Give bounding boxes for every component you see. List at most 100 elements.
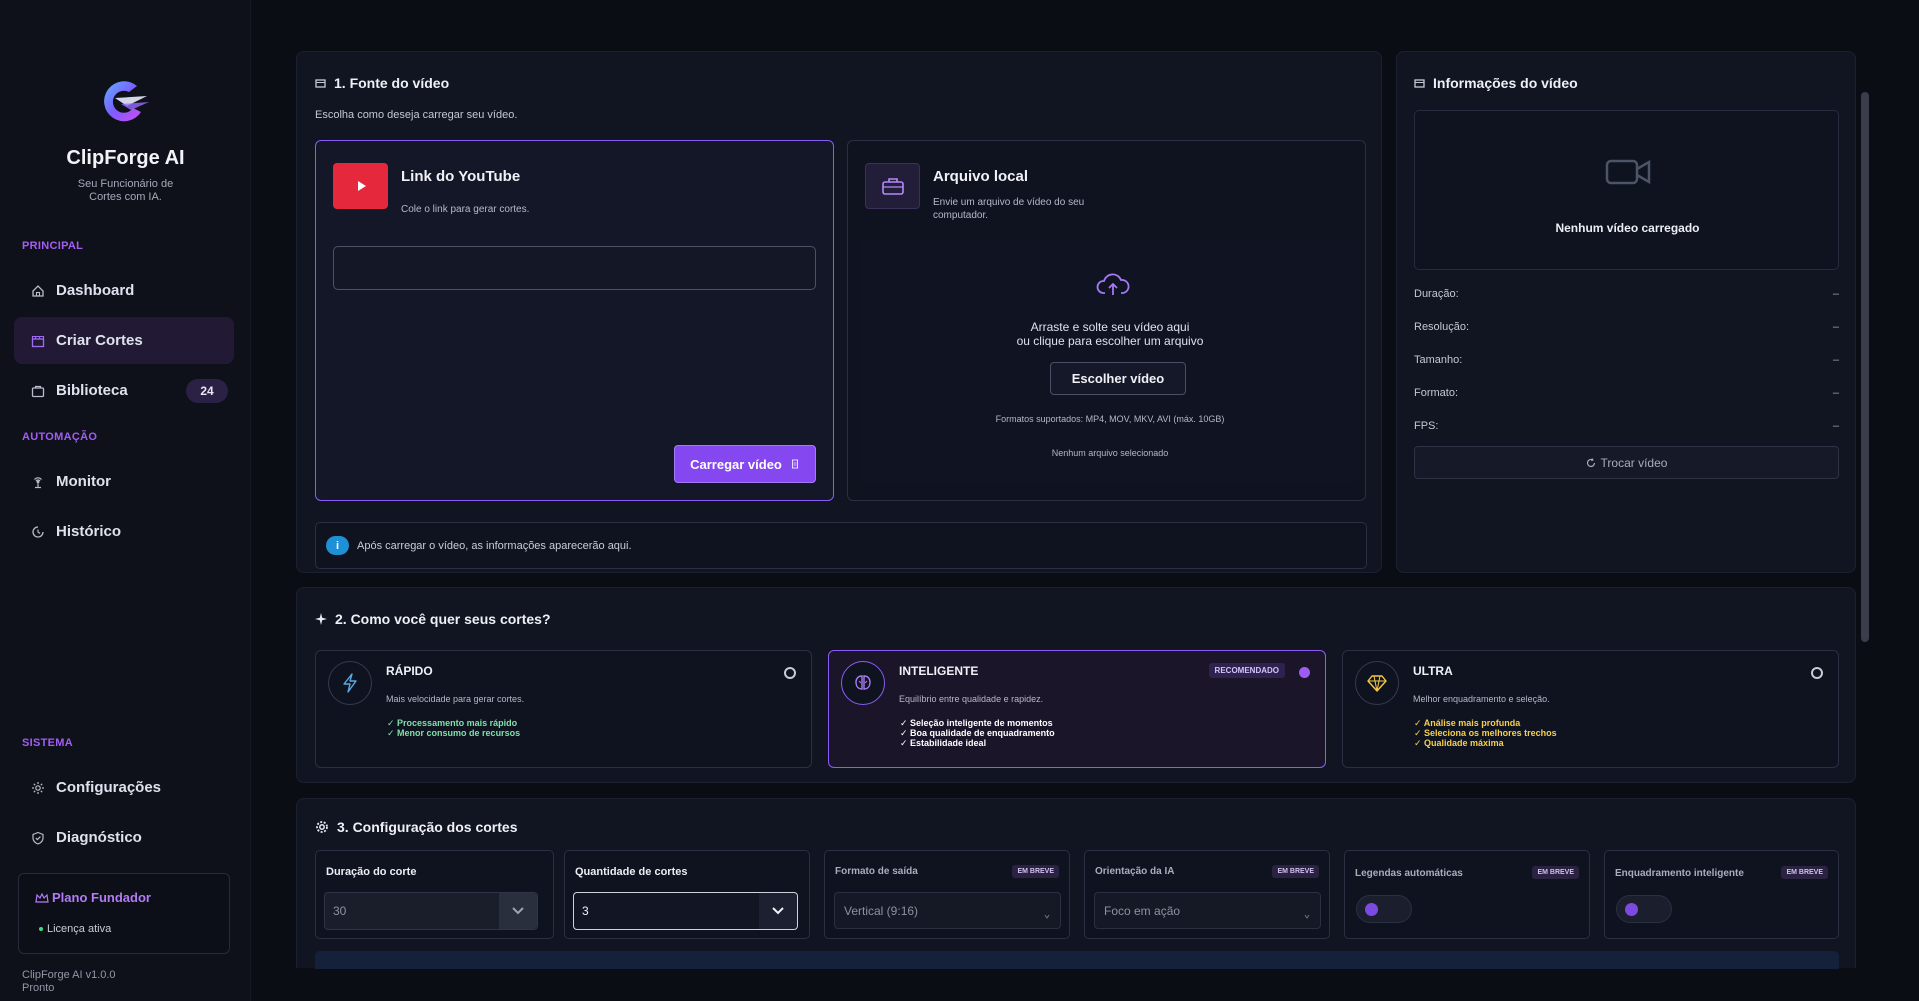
mode-rapido-desc: Mais velocidade para gerar cortes. bbox=[386, 694, 525, 704]
status-dot-icon bbox=[39, 927, 43, 931]
duration-select[interactable]: 30 bbox=[324, 892, 538, 930]
video-info-card: Informações do vídeo Nenhum vídeo carreg… bbox=[1396, 51, 1856, 573]
chevron-down-icon bbox=[1044, 914, 1050, 919]
video-source-card: 1. Fonte do vídeo Escolha como deseja ca… bbox=[296, 51, 1382, 573]
plan-card[interactable]: Plano Fundador Licença ativa bbox=[18, 873, 230, 954]
page-scrollbar[interactable] bbox=[1861, 92, 1869, 642]
sidebar-item-dashboard[interactable]: Dashboard bbox=[14, 267, 234, 314]
swap-video-label: Trocar vídeo bbox=[1600, 455, 1668, 470]
info-icon: i bbox=[326, 536, 349, 555]
mode-ultra-option[interactable]: ULTRA Melhor enquadramento e seleção. ✓ … bbox=[1342, 650, 1839, 768]
diamond-icon bbox=[1355, 661, 1399, 705]
sidebar-item-label: Monitor bbox=[56, 473, 111, 490]
plan-status: Licença ativa bbox=[39, 923, 111, 935]
duration-label: Duração do corte bbox=[326, 866, 417, 878]
count-config: Quantidade de cortes 3 bbox=[564, 850, 810, 939]
sidebar-item-criar-cortes[interactable]: Criar Cortes bbox=[14, 317, 234, 364]
choose-video-button[interactable]: Escolher vídeo bbox=[1050, 362, 1186, 395]
feature-item: ✓ Análise mais profunda bbox=[1414, 718, 1521, 728]
orientation-config: Orientação da IA EM BREVE Foco em ação bbox=[1084, 850, 1330, 939]
sidebar-item-label: Histórico bbox=[56, 523, 122, 540]
drop-text-line2: ou clique para escolher um arquivo bbox=[1016, 334, 1204, 348]
version-text: ClipForge AI v1.0.0 bbox=[22, 969, 116, 981]
captions-label: Legendas automáticas bbox=[1355, 868, 1463, 879]
coming-soon-badge: EM BREVE bbox=[1781, 866, 1828, 879]
film-icon bbox=[1414, 78, 1425, 89]
coming-soon-badge: EM BREVE bbox=[1532, 866, 1579, 879]
clipforge-logo-icon bbox=[97, 78, 153, 124]
meta-value: – bbox=[1832, 321, 1839, 333]
format-value: Vertical (9:16) bbox=[844, 903, 919, 918]
sidebar-item-configuracoes[interactable]: Configurações bbox=[14, 764, 234, 811]
local-file-option[interactable]: Arquivo local Envie um arquivo de vídeo … bbox=[847, 140, 1366, 501]
cut-config-title: 3. Configuração dos cortes bbox=[315, 819, 517, 835]
sidebar-item-label: Dashboard bbox=[56, 282, 135, 299]
sidebar-item-biblioteca[interactable]: Biblioteca 24 bbox=[14, 367, 234, 414]
youtube-url-input[interactable] bbox=[333, 246, 816, 290]
toggle-knob bbox=[1625, 903, 1638, 916]
refresh-icon bbox=[1586, 457, 1595, 467]
count-select[interactable]: 3 bbox=[573, 892, 798, 930]
youtube-play-icon bbox=[333, 163, 388, 209]
drop-text-line1: Arraste e solte seu vídeo aqui bbox=[1030, 320, 1190, 334]
meta-value: – bbox=[1832, 387, 1839, 399]
framing-config: Enquadramento inteligente EM BREVE bbox=[1604, 850, 1839, 939]
section-label-principal: PRINCIPAL bbox=[22, 240, 84, 252]
swap-video-button[interactable]: Trocar vídeo bbox=[1414, 446, 1839, 479]
mode-inteligente-features: ✓ Seleção inteligente de momentos ✓ Boa … bbox=[900, 718, 1055, 748]
section-label-sistema: SISTEMA bbox=[22, 737, 73, 749]
framing-label: Enquadramento inteligente bbox=[1615, 868, 1744, 879]
youtube-option-title: Link do YouTube bbox=[401, 168, 521, 185]
framing-toggle bbox=[1616, 895, 1672, 923]
count-value: 3 bbox=[582, 904, 589, 918]
feature-item: ✓ Seleciona os melhores trechos bbox=[1414, 728, 1557, 738]
mode-ultra-radio[interactable] bbox=[1811, 667, 1823, 679]
mode-inteligente-title: INTELIGENTE bbox=[899, 664, 979, 678]
mode-inteligente-desc: Equilíbrio entre qualidade e rapidez. bbox=[899, 694, 1044, 704]
coming-soon-badge: EM BREVE bbox=[1272, 865, 1319, 878]
gear-icon bbox=[315, 820, 329, 834]
folder-icon bbox=[30, 383, 46, 399]
feature-item: ✓ Qualidade máxima bbox=[1414, 738, 1504, 748]
format-select: Vertical (9:16) bbox=[834, 892, 1061, 929]
film-icon bbox=[315, 78, 326, 89]
brand-tagline: Seu Funcionário de Cortes com IA. bbox=[77, 178, 174, 203]
brand-name: ClipForge AI bbox=[66, 147, 185, 169]
mode-rapido-radio[interactable] bbox=[784, 667, 796, 679]
video-source-title: 1. Fonte do vídeo bbox=[315, 75, 449, 91]
mode-rapido-option[interactable]: RÁPIDO Mais velocidade para gerar cortes… bbox=[315, 650, 812, 768]
meta-label: Duração: bbox=[1414, 288, 1459, 300]
local-option-title: Arquivo local bbox=[933, 168, 1029, 185]
file-drop-zone[interactable]: Arraste e solte seu vídeo aqui ou clique… bbox=[860, 241, 1360, 483]
sidebar-item-label: Configurações bbox=[56, 779, 162, 796]
mode-inteligente-radio[interactable] bbox=[1299, 667, 1310, 678]
duration-config: Duração do corte 30 bbox=[315, 850, 554, 939]
local-option-desc: Envie um arquivo de vídeo do seu computa… bbox=[933, 197, 1085, 221]
load-video-button-label: Carregar vídeo bbox=[690, 456, 782, 472]
sidebar-item-diagnostico[interactable]: Diagnóstico bbox=[14, 814, 234, 861]
history-icon bbox=[30, 524, 46, 540]
gear-icon bbox=[30, 780, 46, 796]
video-camera-icon bbox=[1605, 159, 1651, 185]
crown-icon bbox=[35, 892, 49, 903]
sidebar-item-label: Biblioteca bbox=[56, 382, 128, 399]
meta-value: – bbox=[1832, 420, 1839, 432]
mode-inteligente-option[interactable]: INTELIGENTE Equilíbrio entre qualidade e… bbox=[828, 650, 1326, 768]
meta-fps: FPS: – bbox=[1414, 420, 1839, 432]
feature-item: ✓ Seleção inteligente de momentos bbox=[900, 718, 1053, 728]
format-config: Formato de saída EM BREVE Vertical (9:16… bbox=[824, 850, 1070, 939]
sidebar-item-historico[interactable]: Histórico bbox=[14, 508, 234, 555]
chevron-down-icon bbox=[759, 893, 797, 929]
duration-value: 30 bbox=[333, 904, 347, 918]
app-state-text: Pronto bbox=[22, 982, 55, 994]
brain-icon bbox=[841, 661, 885, 705]
home-icon bbox=[30, 283, 46, 299]
feature-item: ✓ Menor consumo de recursos bbox=[387, 728, 521, 738]
meta-size: Tamanho: – bbox=[1414, 354, 1839, 366]
supported-formats: Formatos suportados: MP4, MOV, MKV, AVI … bbox=[995, 414, 1225, 424]
youtube-source-option[interactable]: Link do YouTube Cole o link para gerar c… bbox=[315, 140, 834, 501]
chevron-down-icon bbox=[499, 893, 537, 929]
load-video-button[interactable]: Carregar vídeo bbox=[674, 445, 816, 483]
meta-label: FPS: bbox=[1414, 420, 1439, 432]
sidebar-item-monitor[interactable]: Monitor bbox=[14, 458, 234, 505]
